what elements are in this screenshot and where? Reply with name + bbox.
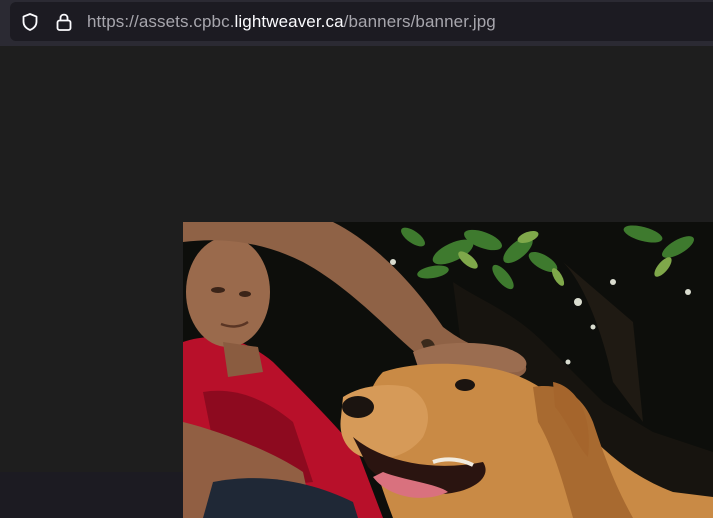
image-viewer [0,46,713,518]
url-prefix: https://assets.cpbc. [87,12,235,31]
banner-photo [183,222,713,518]
url-path: /banners/banner.jpg [343,12,496,31]
url-host: lightweaver.ca [234,12,344,31]
browser-toolbar: https://assets.cpbc.lightweaver.ca/banne… [0,0,713,46]
address-bar[interactable]: https://assets.cpbc.lightweaver.ca/banne… [10,2,713,41]
shield-icon[interactable] [20,12,40,32]
lock-icon[interactable] [54,12,74,32]
url-text[interactable]: https://assets.cpbc.lightweaver.ca/banne… [87,12,496,32]
banner-image[interactable] [183,222,713,518]
